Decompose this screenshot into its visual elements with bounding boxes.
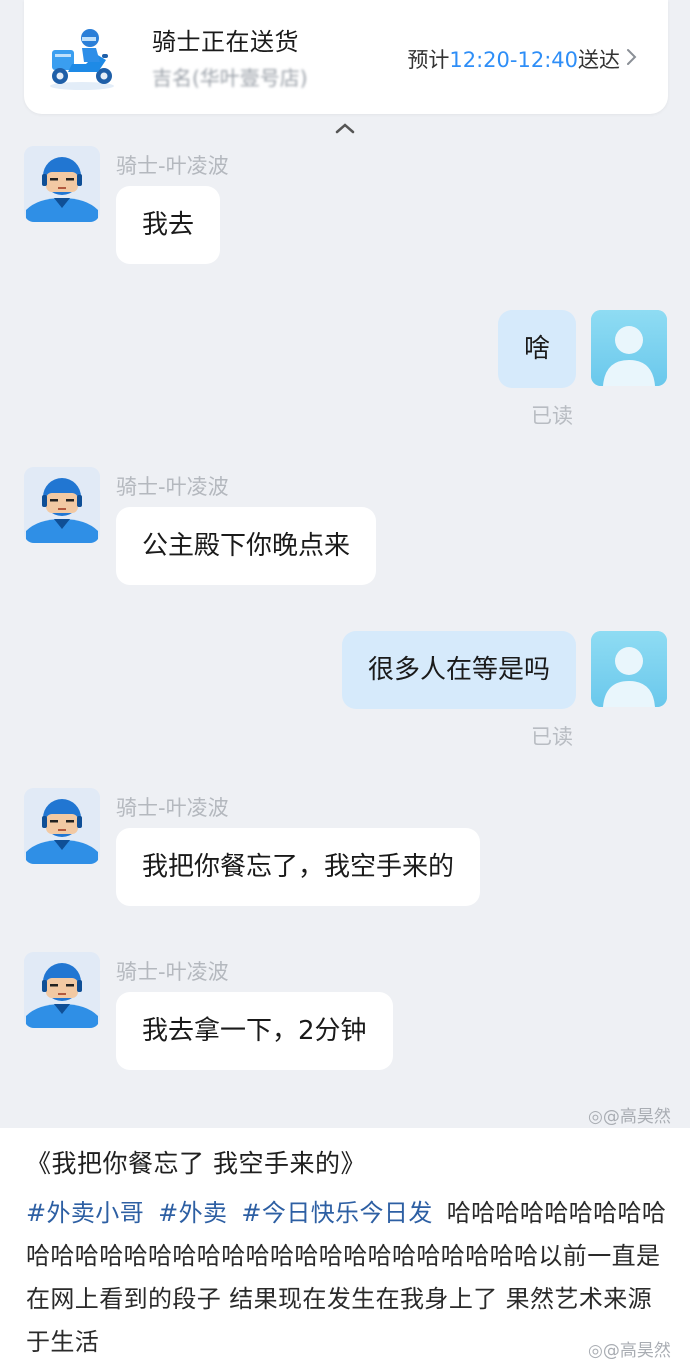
- watermark: ◎@高昊然: [588, 1102, 671, 1127]
- rider-avatar-icon: [24, 146, 100, 222]
- user-avatar-icon: [591, 631, 667, 707]
- rider-avatar[interactable]: [24, 146, 100, 222]
- eta-text[interactable]: 预计12:20-12:40送达: [407, 44, 620, 74]
- message-bubble-incoming[interactable]: 我去拿一下，2分钟: [116, 992, 393, 1070]
- watermark: ◎@高昊然: [588, 1336, 671, 1361]
- weibo-icon: ◎: [588, 1341, 603, 1361]
- sender-name: 骑士-叶凌波: [116, 960, 229, 984]
- rider-avatar[interactable]: [24, 788, 100, 864]
- eta-time: 12:20-12:40: [449, 48, 578, 72]
- eta-prefix: 预计: [407, 48, 450, 72]
- delivery-title: 骑士正在送货: [152, 28, 299, 56]
- sender-name: 骑士-叶凌波: [116, 475, 229, 499]
- store-name: 吉名(华叶壹号店): [152, 66, 308, 90]
- delivery-scooter-icon: [50, 29, 114, 90]
- eta-suffix: 送达: [578, 48, 620, 72]
- user-avatar[interactable]: [591, 631, 667, 707]
- user-avatar[interactable]: [591, 310, 667, 386]
- post-title: 《我把你餐忘了 我空手来的》: [26, 1149, 366, 1178]
- hashtag-link[interactable]: #今日快乐今日发: [241, 1199, 432, 1227]
- rider-avatar-icon: [24, 788, 100, 864]
- delivery-status-card[interactable]: 骑士正在送货 吉名(华叶壹号店) 预计12:20-12:40送达: [24, 0, 668, 114]
- user-avatar-icon: [591, 310, 667, 386]
- sender-name: 骑士-叶凌波: [116, 796, 229, 820]
- weibo-icon: ◎: [588, 1107, 603, 1127]
- read-status: 已读: [531, 404, 573, 428]
- message-bubble-incoming[interactable]: 公主殿下你晚点来: [116, 507, 377, 585]
- post-body: #外卖小哥 #外卖 #今日快乐今日发 哈哈哈哈哈哈哈哈哈哈哈哈哈哈哈哈哈哈哈哈哈哈哈哈…: [26, 1192, 676, 1363]
- watermark-text: @高昊然: [602, 1341, 671, 1361]
- hashtag-link[interactable]: #外卖小哥: [26, 1199, 144, 1227]
- message-bubble-incoming[interactable]: 我去: [116, 186, 221, 264]
- rider-avatar-icon: [24, 952, 100, 1028]
- message-bubble-incoming[interactable]: 我把你餐忘了，我空手来的: [116, 828, 481, 906]
- chevron-right-icon[interactable]: [624, 45, 640, 69]
- watermark-text: @高昊然: [602, 1107, 671, 1127]
- message-bubble-outgoing[interactable]: 啥: [497, 310, 576, 388]
- chevron-up-icon[interactable]: [333, 121, 357, 135]
- read-status: 已读: [531, 725, 573, 749]
- chat-area: 骑士正在送货 吉名(华叶壹号店) 预计12:20-12:40送达 骑士-叶凌波 …: [0, 0, 690, 1128]
- rider-avatar-icon: [24, 467, 100, 543]
- sender-name: 骑士-叶凌波: [116, 154, 229, 178]
- message-bubble-outgoing[interactable]: 很多人在等是吗: [341, 631, 576, 709]
- post-caption: 《我把你餐忘了 我空手来的》 #外卖小哥 #外卖 #今日快乐今日发 哈哈哈哈哈哈哈哈哈…: [0, 1128, 690, 1363]
- rider-avatar[interactable]: [24, 467, 100, 543]
- hashtag-link[interactable]: #外卖: [158, 1199, 227, 1227]
- rider-avatar[interactable]: [24, 952, 100, 1028]
